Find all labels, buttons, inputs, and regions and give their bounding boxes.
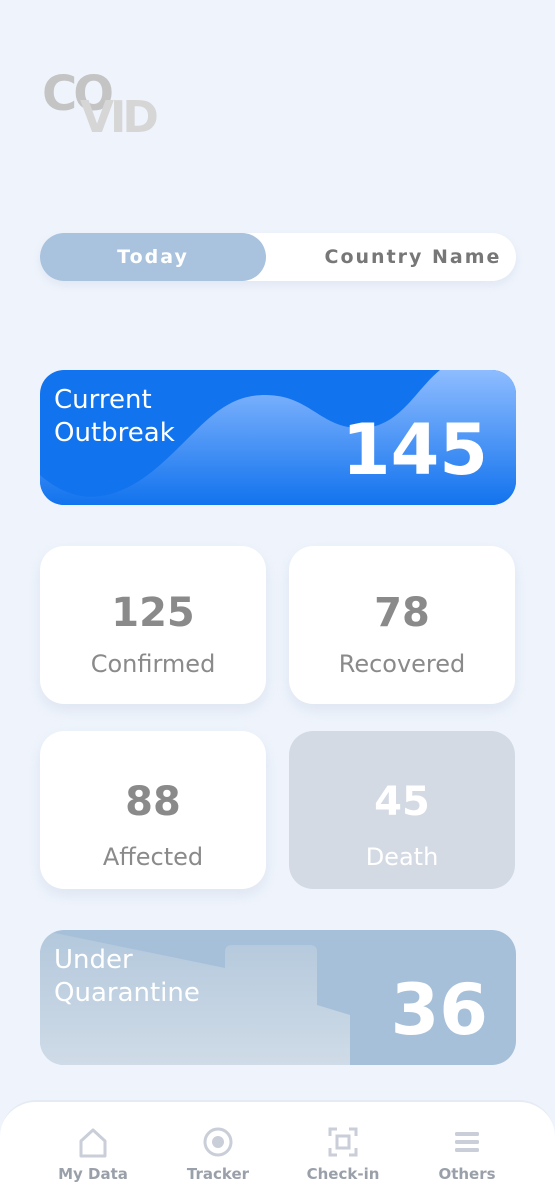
toggle-country-name[interactable]: Country Name xyxy=(310,233,516,281)
outbreak-label-line2: Outbreak xyxy=(54,418,175,448)
outbreak-label: Current Outbreak xyxy=(54,384,175,450)
outbreak-label-line1: Current xyxy=(54,385,152,415)
recovered-label: Recovered xyxy=(338,650,466,678)
quarantine-label-line1: Under xyxy=(54,945,133,975)
affected-label: Affected xyxy=(102,843,204,871)
quarantine-value: 36 xyxy=(390,969,488,1051)
death-card[interactable]: 45 Death xyxy=(289,731,515,889)
confirmed-card[interactable]: 125 Confirmed xyxy=(40,546,266,704)
nav-label-my-data: My Data xyxy=(58,1165,128,1183)
nav-label-check-in: Check-in xyxy=(306,1165,380,1183)
under-quarantine-card[interactable]: Under Quarantine 36 xyxy=(40,930,516,1065)
affected-card[interactable]: 88 Affected xyxy=(40,731,266,889)
recovered-card[interactable]: 78 Recovered xyxy=(289,546,515,704)
death-value: 45 xyxy=(374,779,430,825)
nav-tracker[interactable]: Tracker xyxy=(163,1102,273,1202)
outbreak-value: 145 xyxy=(341,409,488,491)
current-outbreak-card[interactable]: Current Outbreak 145 xyxy=(40,370,516,505)
nav-check-in[interactable]: Check-in xyxy=(288,1102,398,1202)
bottom-navigation: My Data Tracker Check-in Others xyxy=(0,1100,555,1202)
quarantine-label-line2: Quarantine xyxy=(54,978,200,1008)
confirmed-label: Confirmed xyxy=(90,650,216,678)
logo-text-bottom: VID xyxy=(80,92,159,143)
confirmed-value: 125 xyxy=(111,590,195,636)
covid-logo: CO VID xyxy=(42,66,172,143)
affected-value: 88 xyxy=(125,779,181,825)
target-icon xyxy=(203,1127,233,1157)
quarantine-label: Under Quarantine xyxy=(54,944,200,1010)
menu-icon xyxy=(455,1132,479,1152)
recovered-value: 78 xyxy=(374,590,430,636)
period-toggle: Today Country Name xyxy=(40,233,516,281)
scan-icon xyxy=(328,1127,358,1157)
toggle-today[interactable]: Today xyxy=(40,233,266,281)
nav-others[interactable]: Others xyxy=(412,1102,522,1202)
home-icon xyxy=(79,1128,107,1158)
nav-label-tracker: Tracker xyxy=(186,1165,250,1183)
nav-my-data[interactable]: My Data xyxy=(38,1102,148,1202)
nav-label-others: Others xyxy=(438,1165,496,1183)
death-label: Death xyxy=(365,843,439,871)
